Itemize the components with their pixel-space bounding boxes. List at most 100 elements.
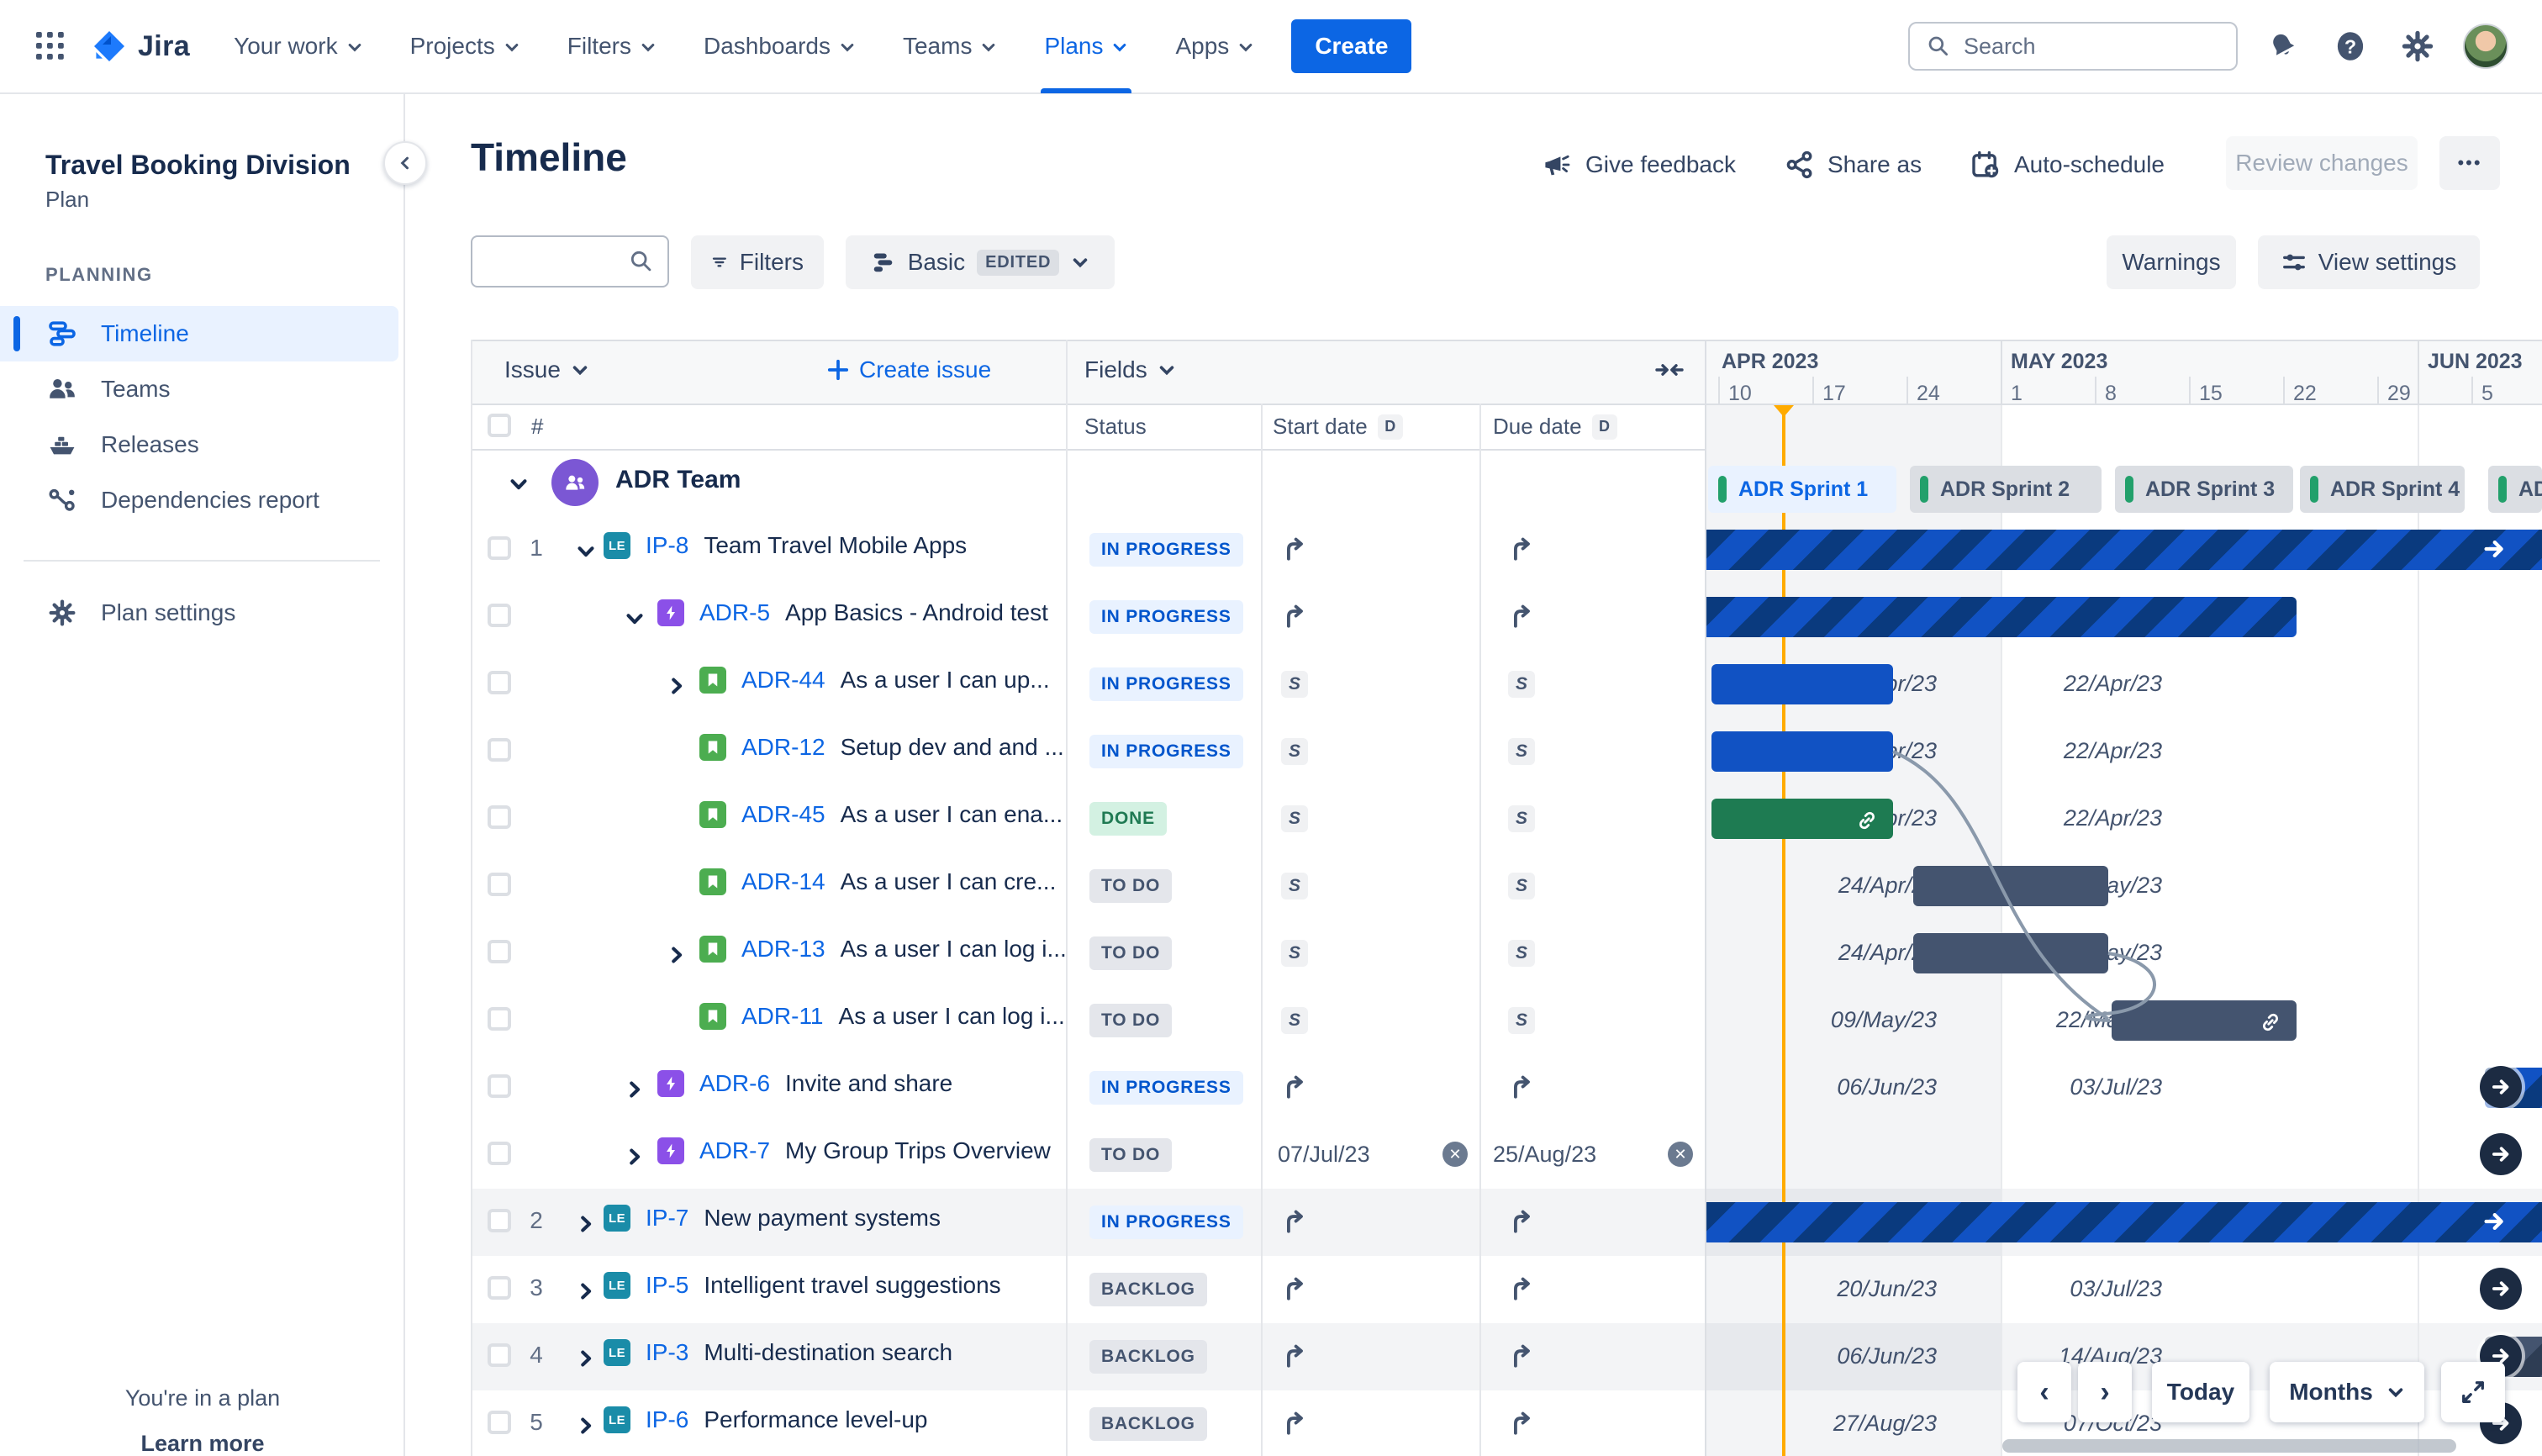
row-checkbox[interactable] [488,1411,511,1434]
scroll-to-bar-button-IP-5[interactable] [2480,1268,2522,1310]
nav-item-teams[interactable]: Teams [883,0,1017,93]
issue-key-link[interactable]: IP-8 [646,532,688,559]
status-badge[interactable]: TO DO [1089,1138,1173,1172]
dependency-link-icon[interactable] [1856,807,1878,838]
share-as-button[interactable]: Share as [1785,141,1922,188]
group-expand-chevron[interactable] [508,471,531,494]
gantt-bar-ADR-14[interactable] [1913,866,2108,906]
view-mode-button[interactable]: Basic EDITED [846,235,1115,289]
expand-chevron[interactable] [624,1076,647,1100]
due-date-value[interactable]: 22/Apr/23 [2064,671,2162,697]
expand-chevron[interactable] [575,538,599,562]
status-badge[interactable]: BACKLOG [1089,1273,1207,1306]
expand-chevron[interactable] [575,1345,599,1369]
select-all-checkbox[interactable] [488,414,511,437]
gantt-bar-IP-7[interactable] [1705,1202,2542,1242]
today-button[interactable]: Today [2152,1362,2249,1422]
notifications-bell-icon[interactable] [2261,24,2305,68]
status-badge[interactable]: BACKLOG [1089,1407,1207,1441]
row-checkbox[interactable] [488,1074,511,1098]
expand-chevron[interactable] [575,1412,599,1436]
status-badge[interactable]: DONE [1089,802,1167,836]
scroll-to-bar-button-ADR-6[interactable] [2480,1066,2522,1108]
status-badge[interactable]: TO DO [1089,869,1173,903]
clear-date-icon[interactable]: ✕ [1442,1142,1468,1167]
sprint-bar[interactable]: ADR Sprint 3 [2115,466,2293,513]
create-button[interactable]: Create [1291,19,1412,73]
status-badge[interactable]: IN PROGRESS [1089,533,1243,567]
issue-key-link[interactable]: ADR-11 [741,1003,824,1030]
row-checkbox[interactable] [488,1007,511,1031]
app-switcher-icon[interactable] [24,19,77,73]
issue-column-header[interactable]: Issue [504,356,589,383]
status-badge[interactable]: TO DO [1089,936,1173,970]
expand-chevron[interactable] [575,1211,599,1234]
issue-key-link[interactable]: ADR-45 [741,801,825,828]
sidebar-item-teams[interactable]: Teams [0,361,398,417]
sprint-bar[interactable]: ADR Sprint 2 [1910,466,2102,513]
nav-item-apps[interactable]: Apps [1155,0,1274,93]
create-issue-button[interactable]: Create issue [827,356,991,383]
status-badge[interactable]: IN PROGRESS [1089,1071,1243,1105]
status-badge[interactable]: IN PROGRESS [1089,1205,1243,1239]
due-date-value[interactable]: 03/Jul/23 [2070,1276,2162,1302]
view-settings-button[interactable]: View settings [2258,235,2480,289]
row-checkbox[interactable] [488,805,511,829]
row-checkbox[interactable] [488,1276,511,1300]
expand-chevron[interactable] [575,1278,599,1301]
due-date-value[interactable]: 03/Jul/23 [2070,1074,2162,1100]
issue-key-link[interactable]: ADR-12 [741,734,825,761]
sidebar-collapse-button[interactable] [383,141,427,185]
nav-item-plans[interactable]: Plans [1024,0,1148,93]
sidebar-item-plan-settings[interactable]: Plan settings [0,585,398,641]
give-feedback-button[interactable]: Give feedback [1542,141,1736,188]
row-checkbox[interactable] [488,1142,511,1165]
auto-schedule-button[interactable]: Auto-schedule [1970,141,2165,188]
row-checkbox[interactable] [488,873,511,896]
issue-key-link[interactable]: IP-7 [646,1205,688,1232]
scroll-to-bar-button-ADR-7[interactable] [2480,1133,2522,1175]
learn-more-link[interactable]: Learn more [0,1431,405,1456]
gantt-bar-IP-8[interactable] [1705,530,2542,570]
fields-column-header[interactable]: Fields [1084,356,1176,383]
sprint-bar[interactable]: ADR Sprint 5 [2488,466,2542,513]
fullscreen-button[interactable] [2441,1362,2505,1422]
expand-chevron[interactable] [624,1143,647,1167]
user-avatar[interactable] [2463,24,2508,69]
nav-item-your-work[interactable]: Your work [214,0,382,93]
issue-key-link[interactable]: IP-3 [646,1339,688,1366]
zoom-level-dropdown[interactable]: Months [2270,1362,2424,1422]
row-checkbox[interactable] [488,671,511,694]
issue-key-link[interactable]: ADR-13 [741,936,825,963]
expand-chevron[interactable] [666,942,689,965]
gantt-bar-ADR-12[interactable] [1711,731,1893,772]
timeline-search-input[interactable] [471,235,669,288]
due-date-value[interactable]: 22/Apr/23 [2064,738,2162,764]
status-badge[interactable]: IN PROGRESS [1089,600,1243,634]
jira-logo[interactable]: Jira [84,28,207,65]
row-checkbox[interactable] [488,536,511,560]
collapse-fields-icon[interactable] [1654,355,1685,392]
issue-key-link[interactable]: ADR-7 [699,1137,770,1164]
clear-date-icon[interactable]: ✕ [1668,1142,1693,1167]
gantt-bar-ADR-5[interactable] [1705,597,2297,637]
start-date-value[interactable]: 07/Jul/23 [1278,1142,1370,1168]
status-badge[interactable]: IN PROGRESS [1089,735,1243,768]
issue-key-link[interactable]: ADR-44 [741,667,825,694]
warnings-button[interactable]: Warnings [2107,235,2236,289]
nav-item-filters[interactable]: Filters [547,0,677,93]
nav-item-dashboards[interactable]: Dashboards [683,0,876,93]
timeline-prev-button[interactable]: ‹ [2017,1362,2071,1422]
more-options-button[interactable]: ••• [2439,136,2500,190]
expand-chevron[interactable] [624,605,647,629]
sidebar-item-dependencies-report[interactable]: Dependencies report [0,472,398,528]
horizontal-scrollbar-thumb[interactable] [2002,1439,2456,1453]
filters-button[interactable]: Filters [691,235,824,289]
sprint-bar[interactable]: ADR Sprint 4 [2300,466,2465,513]
row-checkbox[interactable] [488,604,511,627]
dependency-link-icon[interactable] [2260,1009,2281,1040]
issue-key-link[interactable]: ADR-6 [699,1070,770,1097]
sidebar-item-releases[interactable]: Releases [0,417,398,472]
gantt-bar-ADR-13[interactable] [1913,933,2108,973]
due-date-value[interactable]: 25/Aug/23 [1493,1142,1596,1168]
